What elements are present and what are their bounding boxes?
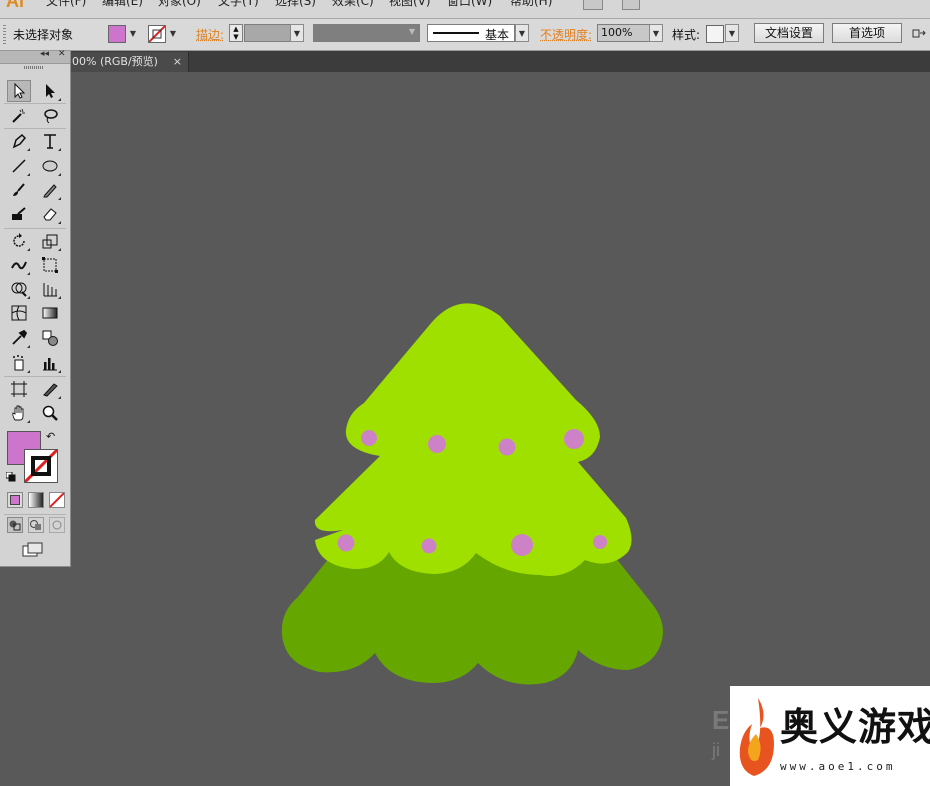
selection-tool-icon[interactable]	[7, 80, 31, 102]
eyedropper-tool-icon[interactable]	[7, 327, 31, 349]
watermark-site-name: 奥义游戏网	[780, 704, 930, 749]
collapse-panel-icon[interactable]: ◂◂	[40, 49, 49, 59]
ornament-dot[interactable]	[498, 438, 516, 456]
ellipse-tool-icon[interactable]	[38, 155, 62, 177]
gradient-mode-button[interactable]	[28, 492, 44, 508]
blob-brush-tool-icon[interactable]	[7, 203, 31, 225]
flame-logo-icon	[739, 698, 774, 776]
blend-tool-icon[interactable]	[38, 327, 62, 349]
scale-tool-icon[interactable]	[38, 230, 62, 252]
shape-builder-tool-icon[interactable]	[7, 278, 31, 300]
lasso-tool-icon[interactable]	[38, 105, 62, 127]
ornament-dot[interactable]	[337, 534, 355, 552]
close-panel-icon[interactable]: ✕	[58, 49, 66, 59]
pen-tool-icon[interactable]	[7, 130, 31, 152]
none-mode-button[interactable]	[49, 492, 65, 508]
color-mode-button[interactable]	[7, 492, 23, 508]
pencil-tool-icon[interactable]	[38, 179, 62, 201]
magic-wand-tool-icon[interactable]	[7, 105, 31, 127]
slice-tool-icon[interactable]	[38, 378, 62, 400]
screen-mode-icon[interactable]	[22, 541, 46, 559]
gradient-tool-icon[interactable]	[38, 302, 62, 324]
tools-grip[interactable]	[24, 66, 44, 69]
rotate-tool-icon[interactable]	[7, 230, 31, 252]
swap-fill-stroke-icon[interactable]: ↶	[46, 430, 55, 443]
free-transform-tool-icon[interactable]	[38, 254, 62, 276]
watermark: 奥义游戏网 www.aoe1.com	[730, 686, 930, 786]
draw-inside-icon[interactable]	[49, 517, 65, 533]
watermark-url: www.aoe1.com	[780, 760, 896, 773]
symbol-sprayer-tool-icon[interactable]	[7, 352, 31, 374]
zoom-tool-icon[interactable]	[38, 402, 62, 424]
no-stroke-icon	[25, 450, 57, 482]
paintbrush-tool-icon[interactable]	[7, 179, 31, 201]
mesh-tool-icon[interactable]	[7, 302, 31, 324]
column-graph-tool-icon[interactable]	[38, 352, 62, 374]
eraser-tool-icon[interactable]	[38, 203, 62, 225]
ornament-dot[interactable]	[361, 430, 377, 446]
none-icon	[50, 493, 64, 507]
hand-tool-icon[interactable]	[7, 402, 31, 424]
ghost-watermark-text: ji	[712, 740, 720, 760]
stroke-swatch[interactable]	[24, 449, 58, 483]
color-icon	[10, 495, 20, 505]
draw-behind-icon[interactable]	[28, 517, 44, 533]
default-fill-stroke-icon[interactable]	[5, 471, 16, 482]
perspective-grid-tool-icon[interactable]	[38, 278, 62, 300]
ornament-dot[interactable]	[511, 534, 533, 556]
ornament-dot[interactable]	[421, 538, 437, 554]
ornament-dot[interactable]	[428, 435, 446, 453]
artboard-tool-icon[interactable]	[7, 378, 31, 400]
ornament-dot[interactable]	[593, 535, 607, 549]
warp-tool-icon[interactable]	[7, 254, 31, 276]
draw-normal-icon[interactable]	[7, 517, 23, 533]
line-segment-tool-icon[interactable]	[7, 155, 31, 177]
ghost-watermark-logo: E	[712, 705, 730, 735]
ornament-dot[interactable]	[564, 429, 584, 449]
direct-selection-tool-icon[interactable]	[38, 80, 62, 102]
tools-panel-header[interactable]: ◂◂ ✕	[0, 49, 70, 64]
tools-panel: ◂◂ ✕ ↶	[0, 49, 71, 567]
artboard-canvas[interactable]	[0, 0, 930, 786]
type-tool-icon[interactable]	[38, 130, 62, 152]
